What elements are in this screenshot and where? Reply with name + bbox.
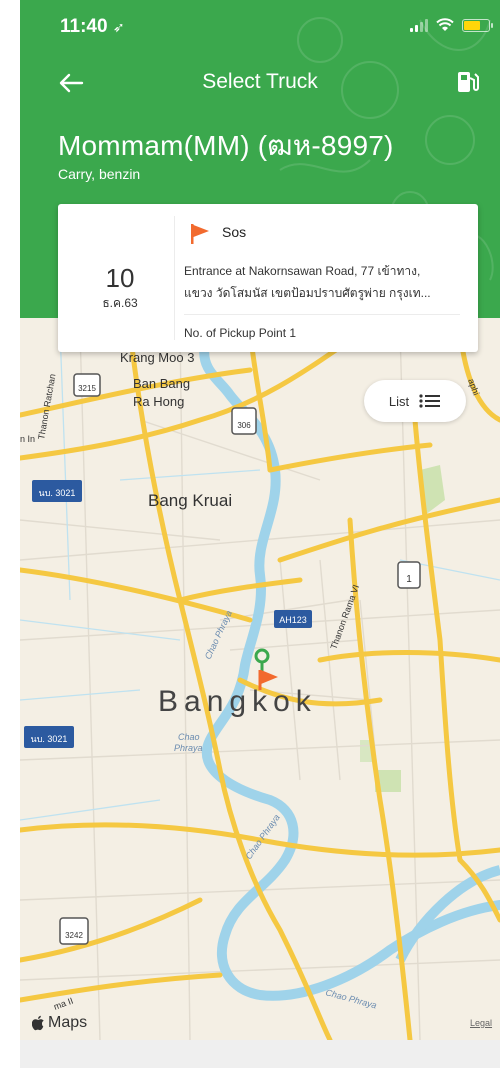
divider xyxy=(184,314,460,315)
place-label: Ra Hong xyxy=(133,394,184,409)
city-label-bangkok: Bangkok xyxy=(158,685,317,718)
svg-text:นบ. 3021: นบ. 3021 xyxy=(39,488,76,498)
place-label: Bang Kruai xyxy=(148,491,232,510)
route-shield-3215: 3215 xyxy=(73,373,101,397)
list-icon xyxy=(419,394,441,408)
river-label: Chao xyxy=(178,732,200,742)
bottom-bar xyxy=(20,1040,500,1068)
list-button-label: List xyxy=(388,393,410,409)
route-shield-1: 1 xyxy=(397,561,421,589)
svg-text:3242: 3242 xyxy=(65,931,83,940)
status-icons xyxy=(410,18,493,32)
river-label: Phraya xyxy=(174,743,203,753)
status-time: 11:40 ➶ xyxy=(60,16,125,37)
sos-label: Sos xyxy=(222,224,247,240)
place-label: Ban Bang xyxy=(133,376,190,391)
pickup-count: No. of Pickup Point 1 xyxy=(184,326,297,340)
maps-attribution: Maps xyxy=(32,1014,87,1032)
wifi-icon xyxy=(436,18,454,31)
truck-name: Mommam(MM) (ฒห-8997) xyxy=(58,130,394,161)
battery-icon xyxy=(462,18,493,32)
page-title: Select Truck xyxy=(202,70,318,93)
divider xyxy=(174,216,175,340)
date-block: 10 ธ.ค.63 xyxy=(90,264,150,313)
pickup-card[interactable]: 10 ธ.ค.63 Sos Entrance at Nakornsawan Ro… xyxy=(58,204,478,352)
truck-details: Carry, benzin xyxy=(58,166,141,182)
route-shield-ah123: AH123 xyxy=(274,610,312,628)
place-label: Krang Moo 3 xyxy=(120,350,194,365)
date-day: 10 xyxy=(105,263,135,293)
fuel-pump-icon[interactable] xyxy=(454,68,482,96)
route-shield-306: 306 xyxy=(231,407,257,435)
svg-text:306: 306 xyxy=(237,421,251,430)
svg-text:3215: 3215 xyxy=(78,384,96,393)
signal-icon xyxy=(410,18,428,32)
maps-label: Maps xyxy=(48,1014,88,1031)
route-shield-3242: 3242 xyxy=(59,917,89,945)
list-button[interactable]: List xyxy=(364,380,466,422)
route-shield-3021-a: นบ. 3021 xyxy=(32,480,82,502)
address-line: แขวง วัดโสมนัส เขตป้อมปราบศัตรูพ่าย กรุง… xyxy=(184,286,431,300)
road-label: n In xyxy=(20,434,35,444)
svg-text:นบ. 3021: นบ. 3021 xyxy=(31,734,68,744)
legal-link[interactable]: Legal xyxy=(470,1018,492,1028)
flag-icon xyxy=(191,224,209,244)
app: 3215 306 นบ. 3021 นบ. 3021 AH123 1 3242 xyxy=(20,0,500,1040)
address-line: Entrance at Nakornsawan Road, 77 เข้าทาง… xyxy=(184,264,421,278)
pickup-address: Entrance at Nakornsawan Road, 77 เข้าทาง… xyxy=(184,260,474,304)
route-shield-3021-b: นบ. 3021 xyxy=(24,726,74,748)
screen: 3215 306 นบ. 3021 นบ. 3021 AH123 1 3242 xyxy=(0,0,500,1068)
svg-text:1: 1 xyxy=(406,574,412,585)
date-month: ธ.ค.63 xyxy=(102,296,138,310)
svg-text:AH123: AH123 xyxy=(279,615,307,625)
apple-logo-icon xyxy=(32,1015,44,1031)
